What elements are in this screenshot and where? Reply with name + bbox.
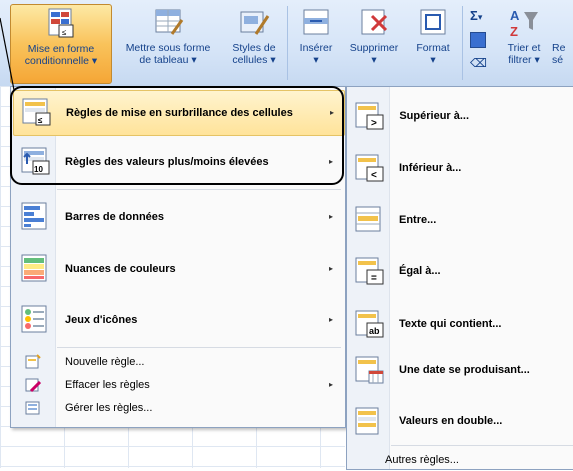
- button-label-line2: filtrer: [508, 54, 532, 66]
- clear-button[interactable]: ⌫: [470, 56, 487, 70]
- ribbon-separator: [462, 6, 463, 80]
- button-label-line1: Trier et: [507, 42, 541, 54]
- submenu-item-equal-to[interactable]: = Égal à...: [347, 248, 573, 294]
- svg-text:Z: Z: [510, 24, 518, 38]
- chevron-down-icon: ▾: [313, 54, 319, 66]
- format-icon: [417, 6, 449, 38]
- chevron-down-icon: ▾: [534, 54, 540, 66]
- text-contains-icon: ab: [355, 309, 385, 339]
- menu-separator: [57, 347, 341, 348]
- clear-rules-icon: [25, 377, 42, 393]
- submenu-item-label: Inférieur à...: [399, 162, 462, 174]
- chevron-down-icon: ▾: [191, 54, 197, 66]
- ribbon-separator: [287, 6, 288, 80]
- chevron-down-icon: ▾: [430, 54, 436, 66]
- icon-sets-icon: [21, 304, 51, 334]
- format-button[interactable]: Format ▾: [408, 4, 458, 82]
- sort-filter-icon: AZ: [508, 6, 540, 39]
- ribbon: ≤ Mise en forme conditionnelle ▾ Mettre …: [0, 0, 573, 87]
- button-label-line1: Format: [416, 42, 450, 54]
- between-icon: [355, 205, 385, 235]
- callout-pointer: [0, 17, 15, 91]
- conditional-format-icon: ≤: [45, 7, 77, 39]
- cell-styles-button[interactable]: Styles de cellules ▾: [225, 4, 283, 82]
- button-label-line2: cellules: [232, 54, 268, 66]
- find-select-icon: [556, 6, 573, 38]
- menu-item-label: Jeux d'icônes: [65, 314, 138, 326]
- autosum-button[interactable]: Σ▾: [470, 8, 482, 23]
- chevron-down-icon: ▾: [270, 54, 276, 66]
- insert-icon: [300, 6, 332, 38]
- svg-text:<: <: [371, 170, 377, 181]
- submenu-item-duplicate-values[interactable]: Valeurs en double...: [347, 398, 573, 444]
- svg-text:>: >: [371, 118, 377, 129]
- highlight-rules-submenu: > SSupérieur à... < Inférieur à... Entre…: [346, 86, 573, 470]
- button-label-line1: Styles de: [232, 42, 276, 54]
- button-label-line1: Supprimer: [349, 42, 399, 54]
- submenu-item-between[interactable]: Entre...: [347, 197, 573, 243]
- menu-item-new-rule[interactable]: Nouvelle règle...: [13, 351, 343, 373]
- chevron-right-icon: ▸: [328, 380, 333, 389]
- submenu-item-label: Texte qui contient...: [399, 318, 502, 330]
- format-as-table-button[interactable]: Mettre sous forme de tableau ▾: [113, 4, 223, 82]
- format-table-icon: [152, 6, 184, 38]
- menu-item-data-bars[interactable]: Barres de données ▸: [13, 195, 343, 239]
- delete-button[interactable]: Supprimer ▾: [342, 4, 406, 82]
- menu-item-clear-rules[interactable]: Effacer les règles ▸: [13, 374, 343, 396]
- button-label-line1: Mettre sous forme: [125, 42, 211, 54]
- submenu-item-label: Égal à...: [399, 265, 441, 277]
- menu-item-label: Nouvelle règle...: [65, 356, 145, 368]
- submenu-item-label: SSupérieur à...: [399, 110, 470, 122]
- submenu-item-greater-than[interactable]: > SSupérieur à...: [347, 93, 573, 139]
- submenu-separator: [391, 445, 573, 446]
- svg-text:ab: ab: [369, 326, 380, 336]
- delete-icon: [358, 6, 390, 38]
- fill-icon[interactable]: [470, 32, 486, 48]
- button-label-line1: Re: [552, 42, 566, 54]
- date-occurring-icon: [355, 355, 385, 385]
- chevron-right-icon: ▸: [328, 315, 333, 324]
- button-label-line1: Insérer: [299, 42, 333, 54]
- button-label-line2: de tableau: [139, 54, 189, 66]
- color-scales-icon: [21, 253, 51, 283]
- svg-text:=: =: [371, 273, 377, 284]
- find-select-button[interactable]: Re sé: [552, 4, 573, 82]
- submenu-item-label: Valeurs en double...: [399, 415, 503, 427]
- menu-item-label: Nuances de couleurs: [65, 263, 176, 275]
- duplicate-values-icon: [355, 406, 385, 436]
- svg-text:A: A: [510, 8, 520, 23]
- menu-item-label: Barres de données: [65, 211, 165, 223]
- submenu-item-label: Une date se produisant...: [399, 364, 530, 376]
- menu-separator: [57, 189, 341, 190]
- new-rule-icon: [25, 354, 41, 370]
- chevron-down-icon: ▾: [477, 12, 483, 22]
- chevron-right-icon: ▸: [328, 212, 333, 221]
- button-label-line2: sé: [552, 54, 564, 66]
- sort-filter-button[interactable]: AZ Trier et filtrer ▾: [498, 4, 550, 82]
- chevron-right-icon: ▸: [328, 264, 333, 273]
- insert-button[interactable]: Insérer ▾: [290, 4, 342, 82]
- menu-item-color-scales[interactable]: Nuances de couleurs ▸: [13, 247, 343, 291]
- less-than-icon: <: [355, 153, 385, 183]
- chevron-down-icon: ▾: [91, 55, 98, 67]
- submenu-item-label: Entre...: [399, 214, 437, 226]
- data-bars-icon: [21, 201, 51, 231]
- callout-box: [10, 86, 344, 185]
- submenu-item-date-occurring[interactable]: Une date se produisant...: [347, 347, 573, 393]
- menu-item-manage-rules[interactable]: Gérer les règles...: [13, 397, 343, 419]
- svg-text:≤: ≤: [62, 28, 67, 37]
- manage-rules-icon: [25, 400, 41, 416]
- cell-styles-icon: [238, 6, 270, 38]
- menu-item-label: Effacer les règles: [65, 379, 150, 391]
- menu-item-icon-sets[interactable]: Jeux d'icônes ▸: [13, 298, 343, 342]
- greater-than-icon: >: [355, 101, 385, 131]
- submenu-item-text-contains[interactable]: ab Texte qui contient...: [347, 301, 573, 347]
- equal-to-icon: =: [355, 256, 385, 286]
- menu-item-label: Gérer les règles...: [65, 402, 153, 414]
- chevron-down-icon: ▾: [371, 54, 377, 66]
- sigma-icon: Σ: [470, 8, 478, 23]
- submenu-item-less-than[interactable]: < Inférieur à...: [347, 145, 573, 191]
